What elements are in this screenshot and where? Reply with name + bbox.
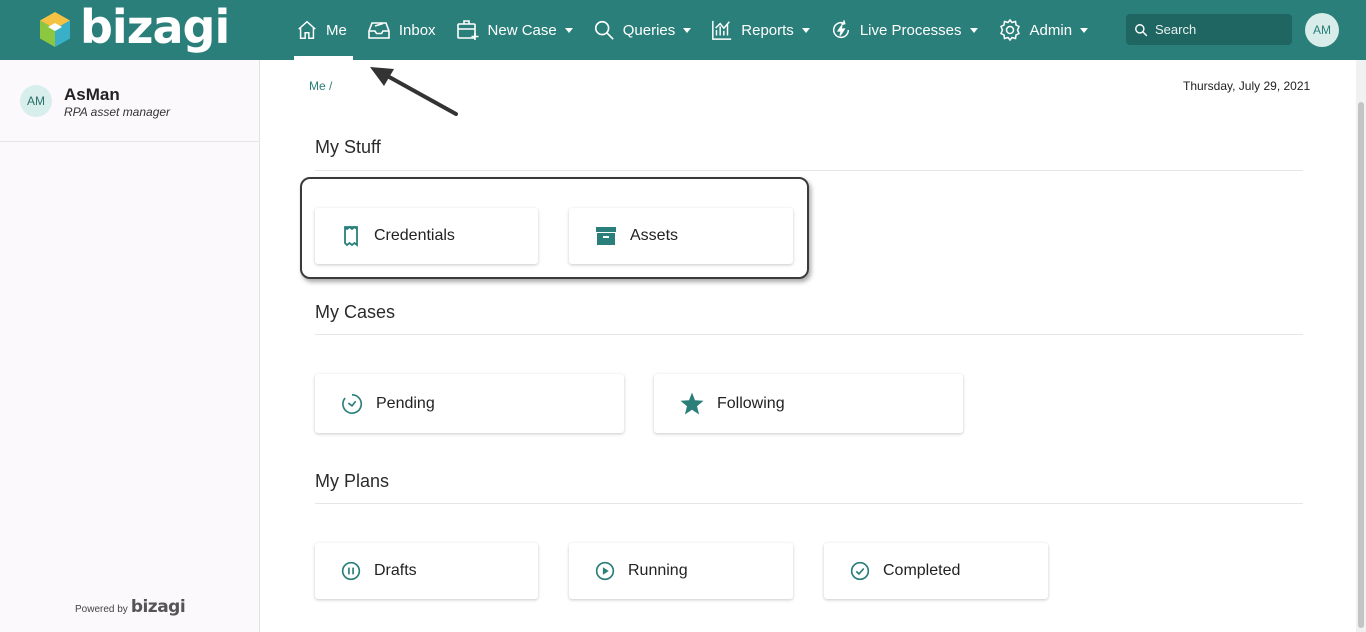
chevron-down-icon — [683, 27, 692, 33]
pause-circle-icon — [341, 561, 361, 581]
reports-icon — [712, 20, 732, 40]
section-title-my-plans: My Plans — [315, 471, 390, 491]
chevron-down-icon — [801, 27, 810, 33]
nav-new-case-label: New Case — [487, 21, 557, 39]
breadcrumb[interactable]: Me / — [309, 79, 332, 93]
search-icon — [1135, 23, 1148, 36]
bizagi-logo-icon — [40, 12, 70, 47]
user-name: AsMan — [64, 85, 120, 104]
current-date: Thursday, July 29, 2021 — [1183, 79, 1311, 93]
tile-label: Running — [628, 562, 688, 579]
highlight-annotation-box — [300, 177, 809, 279]
tile-running[interactable]: Running — [569, 543, 793, 599]
nav-reports[interactable]: Reports — [701, 0, 820, 60]
nav-live-processes-label: Live Processes — [859, 21, 962, 39]
page-scrollbar[interactable] — [1356, 60, 1366, 632]
chevron-down-icon — [1080, 27, 1089, 33]
nav-reports-label: Reports — [741, 21, 794, 39]
nav-queries[interactable]: Queries — [583, 0, 702, 60]
sidebar: AM AsMan RPA asset manager Powered by bi… — [0, 60, 260, 632]
inbox-icon — [368, 22, 390, 39]
tile-pending[interactable]: Pending — [315, 374, 624, 433]
avatar: AM — [20, 85, 52, 117]
tile-label: Drafts — [374, 562, 417, 579]
annotation-arrow — [370, 67, 458, 116]
play-circle-icon — [595, 561, 615, 581]
timer-icon — [342, 393, 363, 414]
nav-live-processes[interactable]: Live Processes — [820, 0, 988, 60]
nav-inbox-label: Inbox — [398, 21, 436, 39]
tile-label: Completed — [883, 562, 961, 579]
gear-icon — [999, 18, 1020, 42]
search-input[interactable] — [1155, 22, 1285, 37]
check-circle-icon — [850, 561, 870, 581]
powered-by-brand: bizagi — [130, 597, 186, 617]
nav-queries-label: Queries — [622, 21, 676, 39]
nav-admin-label: Admin — [1029, 21, 1073, 39]
chevron-down-icon — [969, 27, 978, 33]
tile-label: Pending — [376, 394, 435, 412]
brand-name: bizagi — [80, 0, 230, 54]
powered-by-footer: Powered by bizagi — [75, 597, 186, 617]
home-icon — [298, 20, 316, 39]
nav-me-label: Me — [326, 21, 347, 39]
tile-following[interactable]: Following — [654, 374, 963, 433]
chevron-down-icon — [564, 27, 573, 33]
live-processes-icon — [832, 20, 849, 39]
bizagi-logo[interactable]: bizagi — [38, 0, 230, 55]
user-avatar-button[interactable]: AM — [1305, 13, 1339, 47]
section-title-my-stuff: My Stuff — [315, 137, 381, 157]
new-case-icon — [456, 20, 479, 40]
section-title-my-cases: My Cases — [315, 302, 396, 322]
tile-label: Following — [717, 394, 785, 412]
search-icon — [594, 20, 614, 40]
tile-drafts[interactable]: Drafts — [315, 543, 538, 599]
star-icon — [680, 392, 704, 415]
top-navigation-bar: bizagi Me Inbox New Case Queries Reports — [0, 0, 1366, 60]
search-box[interactable] — [1126, 14, 1292, 45]
nav-new-case[interactable]: New Case — [446, 0, 583, 60]
nav-admin[interactable]: Admin — [988, 0, 1099, 60]
section-divider — [315, 334, 1303, 335]
main-nav: Me Inbox New Case Queries Reports Live P… — [286, 0, 1098, 60]
user-role: RPA asset manager — [64, 105, 171, 119]
nav-inbox[interactable]: Inbox — [357, 0, 446, 60]
tile-completed[interactable]: Completed — [824, 543, 1048, 599]
user-profile: AM AsMan RPA asset manager — [0, 60, 259, 142]
scrollbar-thumb[interactable] — [1358, 102, 1364, 628]
section-divider — [315, 170, 1303, 171]
powered-by-label: Powered by — [75, 604, 128, 615]
section-divider — [315, 503, 1303, 504]
nav-me[interactable]: Me — [286, 0, 357, 60]
